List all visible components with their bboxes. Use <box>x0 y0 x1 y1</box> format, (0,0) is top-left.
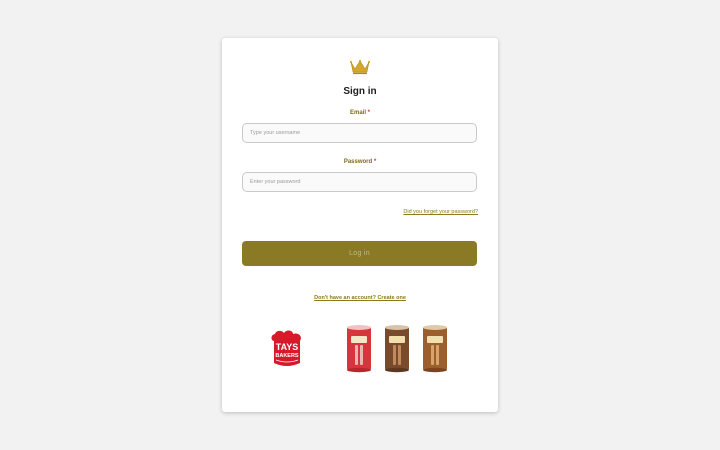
email-label: Email * <box>222 110 498 116</box>
product-can-red <box>347 325 371 373</box>
password-label-text: Password <box>343 159 373 165</box>
password-input[interactable] <box>242 172 477 192</box>
logo-text-tays: TAYS <box>276 342 299 352</box>
crown-icon <box>350 59 370 75</box>
required-marker: * <box>373 159 377 165</box>
password-label: Password * <box>222 159 498 165</box>
page-title: Sign in <box>343 86 377 97</box>
email-input[interactable] <box>242 123 477 143</box>
product-can-chocolate <box>385 325 409 373</box>
forgot-password-link[interactable]: Did you forget your password? <box>403 209 478 215</box>
email-label-text: Email <box>349 110 366 116</box>
tays-bakers-logo: TAYS BAKERS <box>271 330 301 366</box>
sign-in-card: Sign in Email * Password * Did you forge… <box>222 38 498 412</box>
create-account-link[interactable]: Don't have an account? Create one <box>222 295 498 301</box>
product-can-brown <box>423 325 447 373</box>
login-button[interactable]: Log in <box>242 241 477 266</box>
required-marker: * <box>367 110 371 116</box>
logo-text-bakers: BAKERS <box>275 353 299 359</box>
